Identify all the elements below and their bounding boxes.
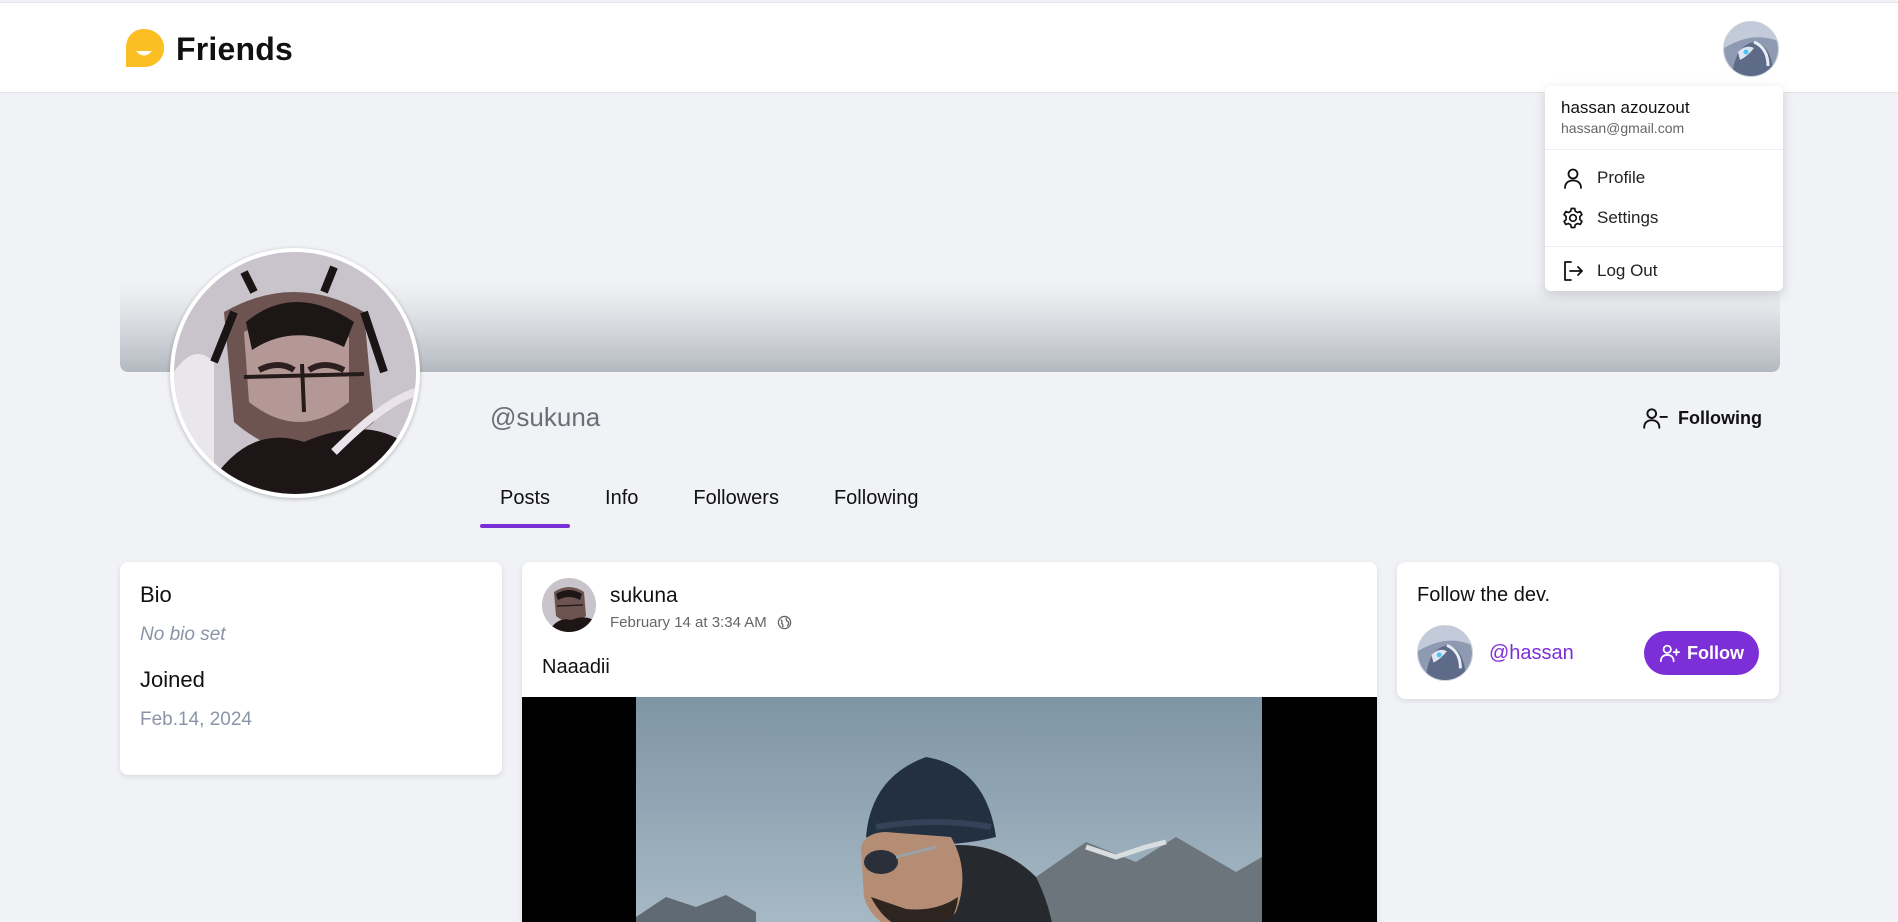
tab-followers-label: Followers [693, 487, 779, 509]
dropdown-item-profile[interactable]: Profile [1545, 158, 1783, 198]
tab-followers[interactable]: Followers [673, 478, 799, 528]
user-avatar-image [1724, 22, 1778, 76]
dev-handle-link[interactable]: @hassan [1489, 642, 1574, 665]
post-meta: February 14 at 3:34 AM [610, 614, 792, 631]
post-header: sukuna February 14 at 3:34 AM [542, 578, 792, 632]
joined-heading: Joined [140, 667, 205, 692]
dropdown-user-email: hassan@gmail.com [1561, 120, 1685, 136]
user-minus-icon [1643, 408, 1668, 429]
bio-value: No bio set [140, 624, 226, 645]
post-timestamp: February 14 at 3:34 AM [610, 614, 767, 631]
tab-following-label: Following [833, 487, 919, 509]
user-dropdown-menu: hassan azouzout hassan@gmail.com Profile… [1545, 86, 1783, 291]
chat-bubble-logo-icon [126, 29, 164, 67]
profile-avatar [170, 248, 420, 498]
tab-posts[interactable]: Posts [480, 478, 571, 528]
app-logo[interactable]: Friends [122, 27, 293, 71]
tab-info-label: Info [605, 487, 639, 509]
bio-card: Bio No bio set Joined Feb.14, 2024 [120, 562, 502, 775]
joined-date: Feb.14, 2024 [140, 709, 252, 730]
post-photo [636, 697, 1262, 922]
tab-following[interactable]: Following [814, 478, 938, 528]
post-media[interactable] [522, 697, 1377, 922]
profile-avatar-image [174, 252, 416, 494]
post-card: sukuna February 14 at 3:34 AM Naaadii [522, 562, 1377, 922]
app-name: Friends [176, 30, 293, 67]
dev-avatar-image [1418, 626, 1472, 680]
following-toggle-button[interactable]: Following [1632, 400, 1772, 436]
follow-dev-row: @hassan Follow [1417, 625, 1759, 681]
dropdown-logout-group: Log Out [1545, 247, 1783, 295]
globe-icon [777, 615, 792, 630]
post-author-name[interactable]: sukuna [610, 584, 792, 608]
dropdown-item-profile-label: Profile [1597, 168, 1646, 187]
top-header: Friends [0, 2, 1898, 93]
profile-username: @sukuna [490, 402, 601, 432]
post-author-avatar[interactable] [542, 578, 596, 632]
user-avatar-menu-trigger[interactable] [1723, 21, 1779, 77]
user-plus-icon [1659, 644, 1681, 663]
tab-posts-label: Posts [500, 487, 551, 509]
post-photo-image [636, 697, 1262, 922]
post-text: Naaadii [542, 656, 610, 678]
dev-avatar[interactable] [1417, 625, 1473, 681]
gear-icon [1563, 207, 1583, 229]
following-button-label: Following [1678, 407, 1762, 428]
profile-tabs: Posts Info Followers Following [480, 478, 953, 528]
bio-heading: Bio [140, 582, 172, 607]
dropdown-user-name: hassan azouzout [1561, 98, 1690, 117]
dropdown-item-settings[interactable]: Settings [1545, 198, 1783, 238]
logout-icon [1564, 261, 1583, 281]
dropdown-item-logout-label: Log Out [1597, 261, 1658, 280]
dropdown-nav-group: Profile Settings [1545, 150, 1783, 247]
follow-dev-card: Follow the dev. @hassan Follow [1397, 562, 1779, 699]
dropdown-user-info: hassan azouzout hassan@gmail.com [1545, 86, 1783, 150]
dropdown-item-logout[interactable]: Log Out [1545, 251, 1783, 291]
tab-info[interactable]: Info [585, 478, 658, 528]
user-icon [1564, 168, 1582, 189]
follow-dev-button[interactable]: Follow [1644, 631, 1759, 675]
dropdown-item-settings-label: Settings [1597, 208, 1659, 227]
follow-button-label: Follow [1687, 642, 1744, 663]
follow-dev-title: Follow the dev. [1417, 584, 1551, 606]
post-author-avatar-image [542, 578, 596, 632]
